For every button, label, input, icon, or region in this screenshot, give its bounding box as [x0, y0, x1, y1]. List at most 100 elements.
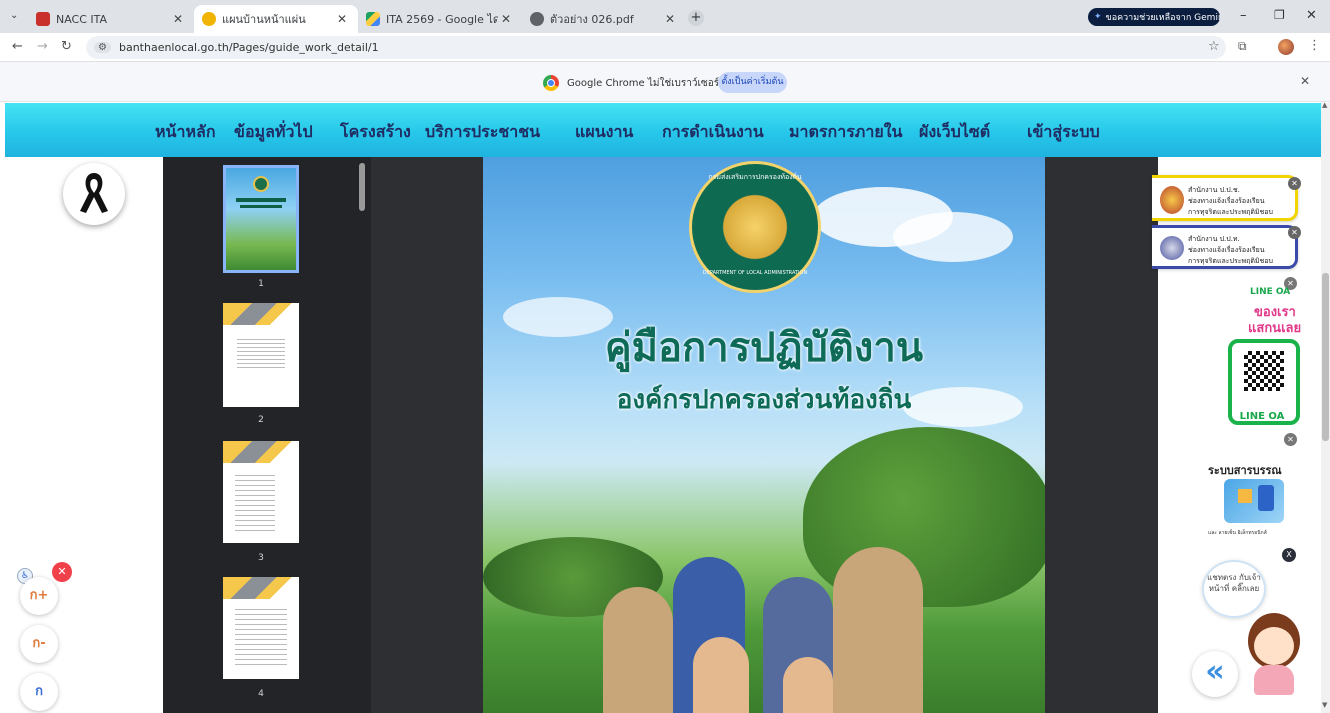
- pdf-viewer: กรมส่งเสริมการปกครองท้องถิ่น DEPARTMENT …: [359, 157, 1158, 713]
- nav-login[interactable]: เข้าสู่ระบบ: [1027, 120, 1100, 145]
- mascot-face: [1254, 627, 1294, 665]
- tab-active-page[interactable]: แผนบ้านหน้าแผ่น ✕: [194, 5, 358, 33]
- thumbnail-page-4[interactable]: [223, 577, 299, 679]
- profile-avatar[interactable]: [1278, 39, 1294, 55]
- line-oa-title: LINE OA: [1250, 287, 1291, 297]
- browser-tab-strip: ⌄ NACC ITA ✕ แผนบ้านหน้าแผ่น ✕ ITA 2569 …: [0, 0, 1330, 33]
- thumb-text-block: [237, 339, 285, 369]
- address-bar[interactable]: ⚙ banthaenlocal.go.th/Pages/guide_work_d…: [86, 36, 1226, 59]
- pdf-cover-page: กรมส่งเสริมการปกครองท้องถิ่น DEPARTMENT …: [483, 157, 1045, 713]
- line-oa-widget[interactable]: LINE OA ของเรา แสกนเลย LINE OA: [1224, 287, 1304, 435]
- page-favicon-icon: [202, 12, 216, 26]
- nav-structure[interactable]: โครงสร้าง: [340, 120, 411, 145]
- globe-favicon-icon: [530, 12, 544, 26]
- back-icon[interactable]: ←: [12, 39, 23, 54]
- font-decrease-button[interactable]: ก-: [20, 625, 58, 663]
- pacc-emblem-icon: [1160, 236, 1184, 260]
- thumbnail-label-1: 1: [258, 279, 264, 289]
- mourning-ribbon-icon: [63, 163, 125, 225]
- nacc-emblem-icon: [1160, 186, 1184, 214]
- nav-sitemap[interactable]: ผังเว็บไซต์: [919, 120, 990, 145]
- cloud-shape: [893, 212, 1013, 262]
- child: [693, 637, 749, 713]
- tab-search-icon[interactable]: ⌄: [10, 10, 18, 21]
- scrollbar-thumb[interactable]: [1322, 273, 1329, 441]
- forward-icon[interactable]: →: [37, 39, 48, 54]
- thumbnail-page-2[interactable]: [223, 303, 299, 407]
- drive-favicon-icon: [366, 12, 380, 26]
- person: [603, 587, 673, 713]
- restore-button[interactable]: ❐: [1274, 8, 1285, 22]
- infobar-close-icon[interactable]: ✕: [1300, 74, 1310, 88]
- site-navigation: หน้าหลัก ข้อมูลทั่วไป โครงสร้าง บริการปร…: [5, 103, 1321, 157]
- minimize-button[interactable]: –: [1240, 8, 1247, 23]
- tab-nacc-ita[interactable]: NACC ITA ✕: [28, 5, 194, 33]
- scroll-up-arrow-icon[interactable]: ▲: [1322, 101, 1327, 109]
- banner-close-icon[interactable]: ✕: [1288, 177, 1301, 190]
- mascot-body: [1254, 665, 1294, 695]
- people-photo: [583, 547, 1003, 713]
- nav-general-info[interactable]: ข้อมูลทั่วไป: [234, 120, 313, 145]
- chrome-logo-icon: [543, 75, 559, 91]
- site-info-icon[interactable]: ⚙: [94, 42, 111, 53]
- line-oa-bottom-close-icon[interactable]: ✕: [1284, 433, 1297, 446]
- saraban-title: ระบบสารบรรณ: [1208, 464, 1282, 477]
- nav-internal-measures[interactable]: มาตรการภายใน: [789, 120, 902, 145]
- reload-icon[interactable]: ↻: [61, 39, 72, 54]
- left-sidebar: ♿ ✕ ก+ ก- ก: [5, 157, 163, 713]
- menu-kebab-icon[interactable]: ⋮: [1308, 38, 1321, 53]
- thumbnail-page-3[interactable]: [223, 441, 299, 543]
- banner-text: สำนักงาน ป.ป.ช.: [1188, 186, 1240, 194]
- nav-home[interactable]: หน้าหลัก: [155, 120, 216, 145]
- extensions-icon[interactable]: ⧉: [1238, 39, 1247, 54]
- saraban-close-icon[interactable]: X: [1282, 548, 1296, 562]
- default-browser-infobar: Google Chrome ไม่ใช่เบราว์เซอร์เริ่มต้น …: [0, 62, 1330, 102]
- nacc-complaint-banner[interactable]: สำนักงาน ป.ป.ช. ช่องทางแจ้งเรื่องร้องเรี…: [1152, 175, 1298, 221]
- font-reset-button[interactable]: ก: [20, 673, 58, 711]
- thumb-toc-block: [235, 475, 275, 531]
- viewer-scrollbar[interactable]: [359, 163, 365, 211]
- thumbnail-label-2: 2: [258, 415, 264, 425]
- saraban-widget[interactable]: ระบบสารบรรณ และ ลายเซ็น อิเล็กทรอนิกส์: [1208, 461, 1304, 543]
- accessibility-close-button[interactable]: ✕: [52, 562, 72, 582]
- thumb-title-lines: [236, 198, 286, 202]
- bookmark-star-icon[interactable]: ☆: [1208, 39, 1220, 54]
- page-scrollbar[interactable]: ▲ ▼: [1321, 101, 1330, 713]
- seal-text-en: DEPARTMENT OF LOCAL ADMINISTRATION: [702, 270, 808, 276]
- new-tab-button[interactable]: +: [688, 10, 704, 26]
- seal-inner: [718, 190, 792, 264]
- thumbnail-page-1[interactable]: [223, 165, 299, 273]
- thumbnail-label-4: 4: [258, 689, 264, 699]
- nacc-favicon-icon: [36, 12, 50, 26]
- cover-title: คู่มือการปฏิบัติงาน: [604, 325, 924, 371]
- thumb-seal: [253, 176, 269, 192]
- nav-public-services[interactable]: บริการประชาชน: [425, 120, 540, 145]
- close-tab-icon[interactable]: ✕: [498, 12, 514, 26]
- window-close-button[interactable]: ✕: [1306, 8, 1317, 23]
- close-tab-icon[interactable]: ✕: [334, 12, 350, 26]
- nav-plans[interactable]: แผนงาน: [575, 120, 633, 145]
- child: [783, 657, 833, 713]
- person: [833, 547, 923, 713]
- banner-close-icon[interactable]: ✕: [1288, 226, 1301, 239]
- gemini-button[interactable]: ✦ ขอความช่วยเหลือจาก Gemini: [1088, 8, 1220, 26]
- gemini-star-icon: ✦: [1094, 12, 1102, 22]
- scroll-down-arrow-icon[interactable]: ▼: [1322, 701, 1327, 709]
- chat-mascot[interactable]: [1242, 613, 1304, 697]
- close-tab-icon[interactable]: ✕: [662, 12, 678, 26]
- font-increase-button[interactable]: ก+: [20, 577, 58, 615]
- chat-toggle-chevron-icon[interactable]: «: [1192, 651, 1238, 697]
- set-default-button[interactable]: ตั้งเป็นค่าเริ่มต้น: [718, 72, 787, 93]
- nav-operations[interactable]: การดำเนินงาน: [662, 120, 764, 145]
- right-sidebar: สำนักงาน ป.ป.ช. ช่องทางแจ้งเรื่องร้องเรี…: [1152, 157, 1321, 713]
- tab-google-drive[interactable]: ITA 2569 - Google ไดรฟ์ ✕: [358, 5, 522, 33]
- line-oa-footer: LINE OA: [1239, 411, 1285, 422]
- seal-text-th: กรมส่งเสริมการปกครองท้องถิ่น: [708, 173, 802, 181]
- cover-subtitle: องค์กรปกครองส่วนท้องถิ่น: [616, 385, 912, 415]
- pacc-complaint-banner[interactable]: สำนักงาน ป.ป.ท. ช่องทางแจ้งเรื่องร้องเรี…: [1152, 225, 1298, 269]
- chat-bubble[interactable]: แชทตรง กับเจ้าหน้าที่ คลิ๊กเลย: [1202, 560, 1266, 618]
- thumb-toc-block: [235, 609, 287, 669]
- pdf-thumbnail-sidebar: 1 2 3 4: [163, 157, 371, 713]
- tab-pdf[interactable]: ตัวอย่าง 026.pdf ✕: [522, 5, 686, 33]
- close-tab-icon[interactable]: ✕: [170, 12, 186, 26]
